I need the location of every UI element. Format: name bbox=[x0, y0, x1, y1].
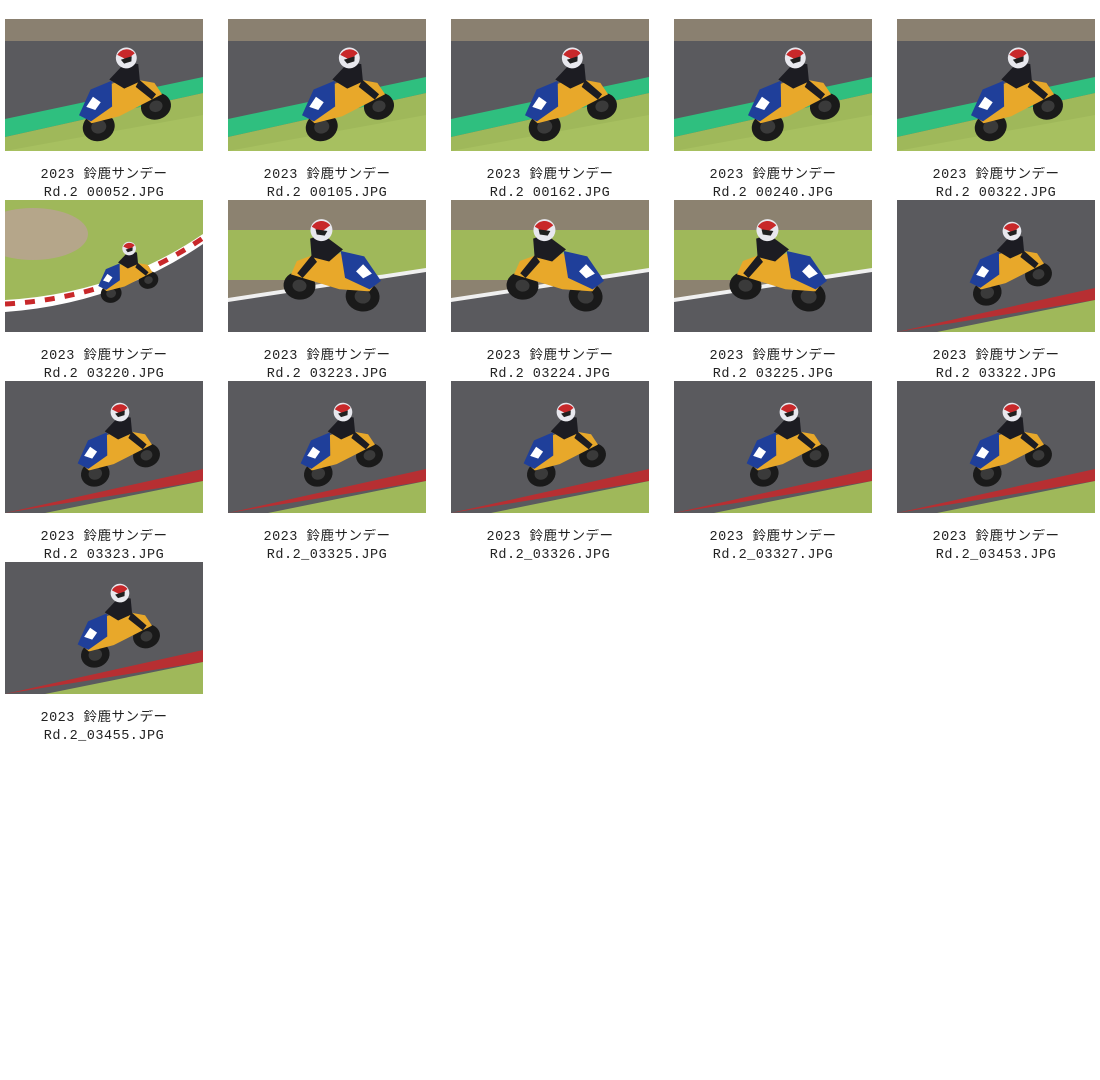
photo-thumbnail[interactable] bbox=[451, 19, 649, 151]
photo-thumbnail[interactable] bbox=[897, 381, 1095, 513]
photo-caption[interactable]: 2023 鈴鹿サンデー Rd.2_03326.JPG bbox=[441, 529, 659, 565]
caption-filename: Rd.2_03326.JPG bbox=[489, 548, 611, 563]
photo-thumbnail[interactable] bbox=[897, 200, 1095, 332]
gallery-item[interactable]: 2023 鈴鹿サンデー Rd.2 00240.JPG bbox=[674, 19, 872, 201]
photo-caption[interactable]: 2023 鈴鹿サンデー Rd.2 03322.JPG bbox=[887, 348, 1100, 384]
gallery-item[interactable]: 2023 鈴鹿サンデー Rd.2 03225.JPG bbox=[674, 200, 872, 382]
gallery-item[interactable]: 2023 鈴鹿サンデー Rd.2 03223.JPG bbox=[228, 200, 426, 382]
gallery-item[interactable]: 2023 鈴鹿サンデー Rd.2 03224.JPG bbox=[451, 200, 649, 382]
photo-caption[interactable]: 2023 鈴鹿サンデー Rd.2 03323.JPG bbox=[0, 529, 213, 565]
caption-filename: Rd.2_03325.JPG bbox=[266, 548, 388, 563]
photo-thumbnail[interactable] bbox=[674, 381, 872, 513]
gallery-item[interactable]: 2023 鈴鹿サンデー Rd.2 03323.JPG bbox=[5, 381, 203, 563]
photo-thumbnail[interactable] bbox=[5, 562, 203, 694]
gallery-item[interactable]: 2023 鈴鹿サンデー Rd.2 00322.JPG bbox=[897, 19, 1095, 201]
gallery-item[interactable]: 2023 鈴鹿サンデー Rd.2 03220.JPG bbox=[5, 200, 203, 382]
gallery-item[interactable]: 2023 鈴鹿サンデー Rd.2_03327.JPG bbox=[674, 381, 872, 563]
gallery-item[interactable]: 2023 鈴鹿サンデー Rd.2_03326.JPG bbox=[451, 381, 649, 563]
photo-thumbnail[interactable] bbox=[897, 19, 1095, 151]
photo-caption[interactable]: 2023 鈴鹿サンデー Rd.2 00105.JPG bbox=[218, 167, 436, 203]
photo-caption[interactable]: 2023 鈴鹿サンデー Rd.2_03453.JPG bbox=[887, 529, 1100, 565]
photo-caption[interactable]: 2023 鈴鹿サンデー Rd.2 03225.JPG bbox=[664, 348, 882, 384]
photo-caption[interactable]: 2023 鈴鹿サンデー Rd.2_03325.JPG bbox=[218, 529, 436, 565]
caption-title: 2023 鈴鹿サンデー bbox=[40, 711, 168, 726]
caption-title: 2023 鈴鹿サンデー bbox=[709, 530, 837, 545]
gallery-item[interactable]: 2023 鈴鹿サンデー Rd.2 03322.JPG bbox=[897, 200, 1095, 382]
caption-title: 2023 鈴鹿サンデー bbox=[40, 168, 168, 183]
photo-thumbnail[interactable] bbox=[5, 19, 203, 151]
caption-filename: Rd.2_03327.JPG bbox=[712, 548, 834, 563]
gallery-item[interactable]: 2023 鈴鹿サンデー Rd.2_03325.JPG bbox=[228, 381, 426, 563]
photo-thumbnail[interactable] bbox=[228, 19, 426, 151]
caption-title: 2023 鈴鹿サンデー bbox=[40, 530, 168, 545]
photo-caption[interactable]: 2023 鈴鹿サンデー Rd.2 00162.JPG bbox=[441, 167, 659, 203]
photo-caption[interactable]: 2023 鈴鹿サンデー Rd.2 00052.JPG bbox=[0, 167, 213, 203]
photo-thumbnail[interactable] bbox=[5, 381, 203, 513]
caption-title: 2023 鈴鹿サンデー bbox=[263, 168, 391, 183]
caption-title: 2023 鈴鹿サンデー bbox=[486, 168, 614, 183]
gallery-item[interactable]: 2023 鈴鹿サンデー Rd.2 00052.JPG bbox=[5, 19, 203, 201]
caption-title: 2023 鈴鹿サンデー bbox=[486, 530, 614, 545]
caption-title: 2023 鈴鹿サンデー bbox=[486, 349, 614, 364]
gallery-item[interactable]: 2023 鈴鹿サンデー Rd.2 00105.JPG bbox=[228, 19, 426, 201]
photo-caption[interactable]: 2023 鈴鹿サンデー Rd.2_03455.JPG bbox=[0, 710, 213, 746]
gallery-item[interactable]: 2023 鈴鹿サンデー Rd.2 00162.JPG bbox=[451, 19, 649, 201]
caption-filename: Rd.2_03455.JPG bbox=[43, 729, 165, 744]
caption-title: 2023 鈴鹿サンデー bbox=[709, 168, 837, 183]
photo-thumbnail[interactable] bbox=[451, 200, 649, 332]
caption-title: 2023 鈴鹿サンデー bbox=[932, 530, 1060, 545]
photo-caption[interactable]: 2023 鈴鹿サンデー Rd.2 03223.JPG bbox=[218, 348, 436, 384]
caption-title: 2023 鈴鹿サンデー bbox=[932, 349, 1060, 364]
photo-caption[interactable]: 2023 鈴鹿サンデー Rd.2_03327.JPG bbox=[664, 529, 882, 565]
caption-title: 2023 鈴鹿サンデー bbox=[932, 168, 1060, 183]
caption-title: 2023 鈴鹿サンデー bbox=[263, 349, 391, 364]
gallery-item[interactable]: 2023 鈴鹿サンデー Rd.2_03455.JPG bbox=[5, 562, 203, 744]
photo-caption[interactable]: 2023 鈴鹿サンデー Rd.2 03220.JPG bbox=[0, 348, 213, 384]
gallery-item[interactable]: 2023 鈴鹿サンデー Rd.2_03453.JPG bbox=[897, 381, 1095, 563]
caption-title: 2023 鈴鹿サンデー bbox=[709, 349, 837, 364]
photo-thumbnail[interactable] bbox=[674, 200, 872, 332]
caption-title: 2023 鈴鹿サンデー bbox=[40, 349, 168, 364]
caption-filename: Rd.2_03453.JPG bbox=[935, 548, 1057, 563]
photo-caption[interactable]: 2023 鈴鹿サンデー Rd.2 00322.JPG bbox=[887, 167, 1100, 203]
photo-thumbnail[interactable] bbox=[451, 381, 649, 513]
photo-thumbnail[interactable] bbox=[674, 19, 872, 151]
caption-title: 2023 鈴鹿サンデー bbox=[263, 530, 391, 545]
thumbnail-gallery: 2023 鈴鹿サンデー Rd.2 00052.JPG 2023 鈴鹿サンデー Rd.… bbox=[5, 19, 1100, 744]
photo-caption[interactable]: 2023 鈴鹿サンデー Rd.2 00240.JPG bbox=[664, 167, 882, 203]
photo-thumbnail[interactable] bbox=[228, 200, 426, 332]
photo-thumbnail[interactable] bbox=[228, 381, 426, 513]
photo-caption[interactable]: 2023 鈴鹿サンデー Rd.2 03224.JPG bbox=[441, 348, 659, 384]
photo-thumbnail[interactable] bbox=[5, 200, 203, 332]
